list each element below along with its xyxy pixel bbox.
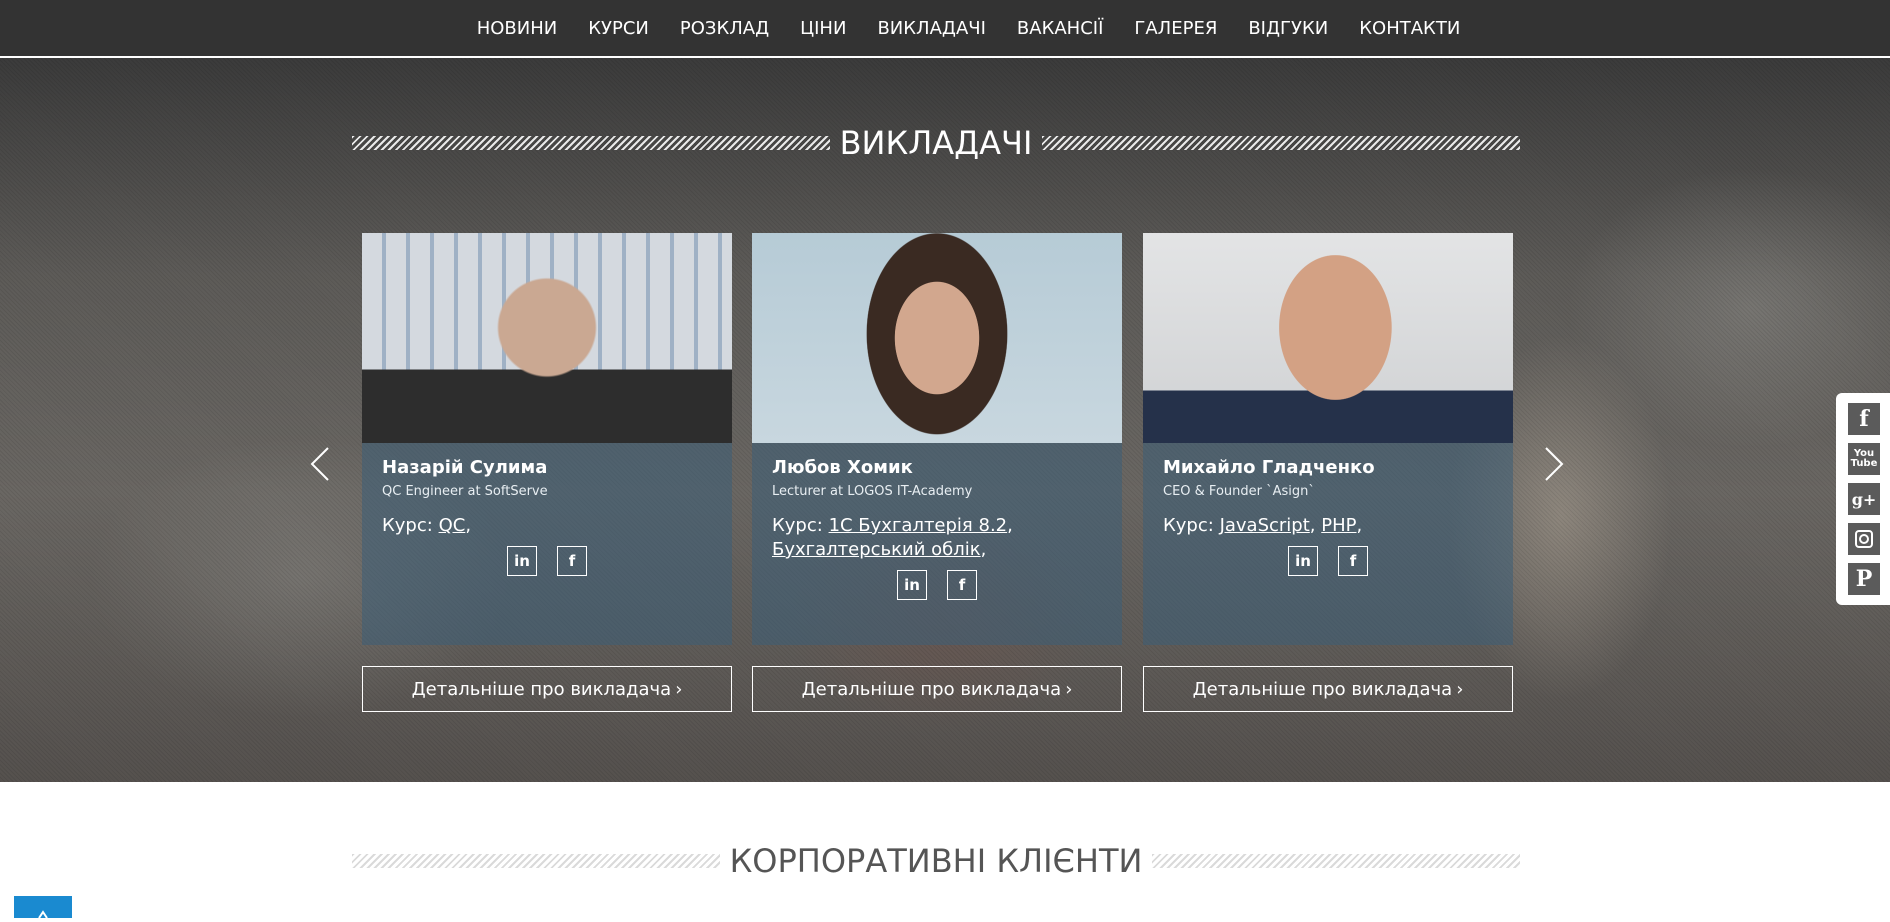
facebook-icon[interactable]: f [1338, 546, 1368, 576]
course-separator: , [1356, 515, 1363, 536]
course-separator: , [980, 539, 987, 560]
nav-item-reviews[interactable]: ВІДГУКИ [1248, 18, 1328, 39]
heading-stripe-right [1152, 854, 1521, 868]
teacher-name: Назарій Сулима [382, 457, 548, 478]
course-prefix: Курс: [772, 515, 823, 536]
course-prefix: Курс: [382, 515, 433, 536]
teacher-courses: Курс: QC, [382, 514, 712, 538]
button-label: Детальніше про викладача [801, 678, 1062, 700]
carousel-prev-icon[interactable] [308, 444, 332, 484]
chevron-right-icon: › [675, 678, 683, 700]
corporate-clients-heading: КОРПОРАТИВНІ КЛІЄНТИ [352, 842, 1521, 880]
nav-item-teachers[interactable]: ВИКЛАДАЧІ [877, 18, 985, 39]
heading-stripe-left [352, 854, 720, 868]
teacher-info: Любов Хомик Lecturer at LOGOS IT-Academy… [752, 443, 1122, 645]
scroll-top-button[interactable] [14, 896, 72, 919]
course-prefix: Курс: [1163, 515, 1214, 536]
facebook-icon[interactable]: f [1848, 403, 1880, 435]
course-separator: , [465, 515, 472, 536]
section-title: ВИКЛАДАЧІ [839, 124, 1033, 162]
google-plus-icon[interactable]: g+ [1848, 483, 1880, 515]
course-separator: , [1309, 515, 1322, 536]
teacher-details-button[interactable]: Детальніше про викладача › [362, 666, 732, 712]
teacher-card: Михайло Гладченко CEO & Founder `Asign` … [1143, 233, 1513, 645]
linkedin-icon[interactable]: in [897, 570, 927, 600]
chevron-right-icon: › [1065, 678, 1073, 700]
heading-stripe-right [1042, 136, 1521, 150]
course-link[interactable]: 1С Бухгалтерія 8.2 [829, 515, 1008, 536]
teacher-photo [752, 233, 1122, 443]
course-link[interactable]: PHP [1321, 515, 1356, 536]
nav-item-contacts[interactable]: КОНТАКТИ [1359, 18, 1460, 39]
button-label: Детальніше про викладача [411, 678, 672, 700]
carousel-next-icon[interactable] [1542, 444, 1566, 484]
facebook-icon[interactable]: f [557, 546, 587, 576]
button-label: Детальніше про викладача [1192, 678, 1453, 700]
teacher-socials: in f [1163, 546, 1493, 576]
facebook-icon[interactable]: f [947, 570, 977, 600]
teacher-photo [1143, 233, 1513, 443]
course-link[interactable]: Бухгалтерський облік [772, 539, 981, 560]
teacher-socials: in f [772, 570, 1102, 600]
teacher-courses: Курс: JavaScript, PHP, [1163, 514, 1493, 538]
chevron-up-icon [38, 910, 48, 919]
teacher-courses: Курс: 1С Бухгалтерія 8.2, Бухгалтерський… [772, 514, 1102, 562]
teacher-name: Михайло Гладченко [1163, 457, 1375, 478]
nav-item-vacancies[interactable]: ВАКАНСІЇ [1017, 18, 1103, 39]
teachers-heading: ВИКЛАДАЧІ [352, 124, 1521, 162]
course-link[interactable]: QC [439, 515, 466, 536]
teacher-photo [362, 233, 732, 443]
teacher-position: Lecturer at LOGOS IT-Academy [772, 484, 973, 499]
linkedin-icon[interactable]: in [1288, 546, 1318, 576]
course-link[interactable]: JavaScript [1220, 515, 1310, 536]
linkedin-icon[interactable]: in [507, 546, 537, 576]
nav-item-gallery[interactable]: ГАЛЕРЕЯ [1134, 18, 1217, 39]
teacher-info: Назарій Сулима QC Engineer at SoftServe … [362, 443, 732, 645]
nav-item-news[interactable]: НОВИНИ [477, 18, 558, 39]
social-sidebar: f You Tube g+ P [1836, 393, 1890, 605]
teacher-details-button[interactable]: Детальніше про викладача › [1143, 666, 1513, 712]
teacher-card: Любов Хомик Lecturer at LOGOS IT-Academy… [752, 233, 1122, 645]
course-separator: , [1007, 515, 1013, 536]
teacher-info: Михайло Гладченко CEO & Founder `Asign` … [1143, 443, 1513, 645]
pinterest-icon[interactable]: P [1848, 563, 1880, 595]
top-navbar: НОВИНИ КУРСИ РОЗКЛАД ЦІНИ ВИКЛАДАЧІ ВАКА… [0, 0, 1890, 58]
teacher-card: Назарій Сулима QC Engineer at SoftServe … [362, 233, 732, 645]
nav-item-schedule[interactable]: РОЗКЛАД [680, 18, 769, 39]
teacher-position: QC Engineer at SoftServe [382, 484, 548, 499]
section-title: КОРПОРАТИВНІ КЛІЄНТИ [729, 842, 1143, 880]
youtube-icon[interactable]: You Tube [1848, 443, 1880, 475]
chevron-right-icon: › [1456, 678, 1464, 700]
teacher-name: Любов Хомик [772, 457, 913, 478]
nav-item-courses[interactable]: КУРСИ [588, 18, 649, 39]
nav-item-prices[interactable]: ЦІНИ [800, 18, 846, 39]
teacher-socials: in f [382, 546, 712, 576]
teacher-details-button[interactable]: Детальніше про викладача › [752, 666, 1122, 712]
teacher-position: CEO & Founder `Asign` [1163, 484, 1315, 499]
nav-menu: НОВИНИ КУРСИ РОЗКЛАД ЦІНИ ВИКЛАДАЧІ ВАКА… [0, 18, 1890, 39]
instagram-icon[interactable] [1848, 523, 1880, 555]
heading-stripe-left [352, 136, 830, 150]
